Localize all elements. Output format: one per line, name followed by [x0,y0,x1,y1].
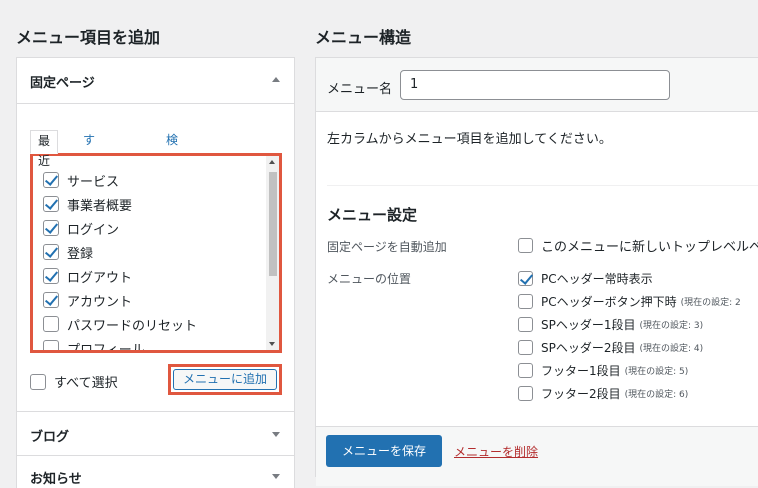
delete-menu-link[interactable]: メニューを削除 [454,443,538,460]
scrollbar[interactable] [266,156,279,350]
menu-location-label: メニューの位置 [327,272,412,286]
page-item-label: ログアウト [67,270,133,286]
page-item-label: 事業者概要 [67,198,133,214]
location-current-setting: (現在の設定: 5) [624,366,689,377]
location-current-setting: (現在の設定: 2 [680,297,741,308]
menu-structure-panel: メニュー名 1 左カラムからメニュー項目を追加してください。 メニュー設定 固定… [315,57,758,486]
select-all-label: すべて選択 [54,376,118,391]
menu-location-option[interactable]: フッター1段目 (現在の設定: 5) [518,361,688,379]
page-checkbox[interactable] [43,292,59,308]
location-checkbox[interactable] [518,293,533,309]
page-item-label: プロフィール [67,342,145,351]
pages-section-title: 固定ページ [30,76,95,91]
location-checkbox[interactable] [518,362,533,378]
page-list-item[interactable]: プロフィール [43,338,145,350]
location-label: PCヘッダーボタン押下時 [541,294,677,309]
blog-section-title: ブログ [30,430,70,445]
page-item-label: サービス [67,174,120,190]
location-checkbox[interactable] [518,339,533,355]
page-item-label: ログイン [67,222,120,238]
collapse-arrow-icon[interactable] [272,77,280,82]
save-menu-button[interactable]: メニューを保存 [326,435,442,467]
page-checkbox[interactable] [43,316,59,332]
expand-arrow-icon[interactable] [272,474,280,479]
menu-name-input[interactable]: 1 [400,70,670,100]
location-label: SPヘッダー2段目 [541,340,636,355]
menu-location-option[interactable]: PCヘッダー常時表示 [518,269,653,287]
location-label: フッター2段目 [541,386,621,401]
menu-location-option[interactable]: SPヘッダー2段目 (現在の設定: 4) [518,338,703,356]
location-label: PCヘッダー常時表示 [541,271,653,286]
page-list-item[interactable]: サービス [43,170,119,190]
menu-footer: メニューを保存 メニューを削除 [316,426,758,486]
page-list-item[interactable]: 登録 [43,242,93,262]
menu-name-label: メニュー名 [327,82,393,97]
expand-arrow-icon[interactable] [272,432,280,437]
page-checkbox[interactable] [43,268,59,284]
blog-section-header[interactable]: ブログ [17,411,294,456]
tab-view-all[interactable]: すべて表示 [76,130,102,227]
menu-location-option[interactable]: フッター2段目 (現在の設定: 6) [518,384,688,402]
select-all-checkbox[interactable] [30,373,46,390]
page-checkbox[interactable] [43,196,59,212]
page-checkbox[interactable] [43,220,59,236]
page-list-item[interactable]: パスワードのリセット [43,314,197,334]
page-item-label: アカウント [67,294,133,310]
auto-add-checkbox[interactable] [518,237,533,253]
menu-location-option[interactable]: SPヘッダー1段目 (現在の設定: 3) [518,315,703,333]
location-checkbox[interactable] [518,270,533,286]
page-checkbox[interactable] [43,244,59,260]
page-checkbox[interactable] [43,172,59,188]
instruction-text: 左カラムからメニュー項目を追加してください。 [327,132,612,147]
tab-recent[interactable]: 最近 [30,130,59,168]
location-current-setting: (現在の設定: 6) [624,389,689,400]
page-item-label: 登録 [67,246,94,262]
menu-structure-heading: メニュー構造 [315,28,412,47]
menu-location-option[interactable]: PCヘッダーボタン押下時 (現在の設定: 2 [518,292,741,310]
auto-add-option[interactable]: このメニューに新しいトップレベルペ [518,236,758,255]
select-all[interactable]: すべて選択 [30,372,118,391]
location-label: SPヘッダー1段目 [541,317,636,332]
add-to-menu-button[interactable]: メニューに追加 [173,369,277,390]
scrollbar-thumb[interactable] [269,172,277,276]
pages-section-header[interactable]: 固定ページ [17,58,294,104]
location-checkbox[interactable] [518,316,533,332]
auto-add-label: 固定ページを自動追加 [327,240,447,254]
page-checkbox[interactable] [43,340,59,350]
page-list-item[interactable]: ログアウト [43,266,132,286]
add-to-menu-highlight: メニューに追加 [168,364,282,395]
location-checkbox[interactable] [518,385,533,401]
scroll-up-icon[interactable] [269,160,275,164]
page-list-item[interactable]: 事業者概要 [43,194,132,214]
pages-checklist-highlight: サービス事業者概要ログイン登録ログアウトアカウントパスワードのリセットプロフィー… [30,153,282,353]
page-list-item[interactable]: ログイン [43,218,119,238]
divider [327,185,758,186]
add-menu-items-panel: 固定ページ 最近 すべて表示 検索 サービス事業者概要ログイン登録ログアウトアカ… [16,57,295,488]
tab-search[interactable]: 検索 [159,130,185,167]
menu-settings-title: メニュー設定 [327,206,418,224]
scroll-down-icon[interactable] [269,342,275,346]
pages-checklist[interactable]: サービス事業者概要ログイン登録ログアウトアカウントパスワードのリセットプロフィー… [33,156,266,350]
location-current-setting: (現在の設定: 4) [639,343,704,354]
news-section-title: お知らせ [30,472,82,487]
news-section-header[interactable]: お知らせ [17,456,294,488]
add-menu-items-heading: メニュー項目を追加 [16,28,161,47]
menu-name-bar: メニュー名 1 [316,58,758,112]
page-list-item[interactable]: アカウント [43,290,132,310]
location-current-setting: (現在の設定: 3) [639,320,704,331]
page-item-label: パスワードのリセット [67,318,198,334]
location-label: フッター1段目 [541,363,621,378]
auto-add-option-label: このメニューに新しいトップレベルペ [541,239,758,255]
